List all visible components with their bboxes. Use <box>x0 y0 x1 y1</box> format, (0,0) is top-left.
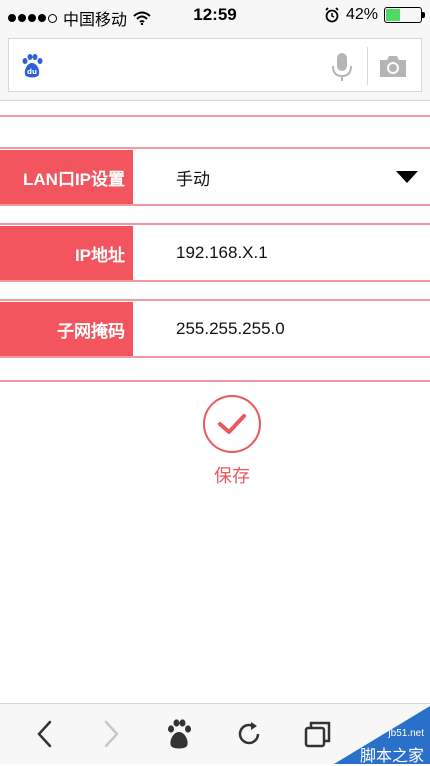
divider-line <box>0 147 430 149</box>
refresh-icon[interactable] <box>234 718 264 750</box>
camera-icon[interactable] <box>377 53 409 79</box>
dropdown-arrow-icon[interactable] <box>396 171 418 183</box>
status-right: 42% <box>324 6 425 24</box>
save-label[interactable]: 保存 <box>0 462 430 488</box>
battery-icon <box>384 7 425 23</box>
baidu-logo-icon: du <box>22 54 43 78</box>
battery-fill <box>386 9 401 21</box>
divider-line <box>0 299 430 301</box>
tabs-icon[interactable] <box>302 718 332 750</box>
divider-line <box>0 380 430 382</box>
baidu-paw-icon[interactable] <box>164 718 194 750</box>
subnet-mask-row: 子网掩码 255.255.255.0 <box>0 302 430 356</box>
subnet-mask-label: 子网掩码 <box>0 302 133 356</box>
forward-icon[interactable] <box>96 718 126 750</box>
alarm-icon <box>325 7 339 23</box>
divider-line <box>0 280 430 282</box>
save-button[interactable] <box>203 395 261 453</box>
battery-percent: 42% <box>345 6 378 23</box>
divider-line <box>0 115 430 117</box>
watermark-url: jb51.net <box>388 728 424 739</box>
divider-line <box>0 204 430 206</box>
ip-address-field[interactable]: 192.168.X.1 <box>176 226 268 280</box>
back-icon[interactable] <box>30 718 60 750</box>
lan-ip-mode-select[interactable]: 手动 <box>176 150 210 204</box>
lan-ip-setting-label: LAN口IP设置 <box>0 150 133 204</box>
ip-address-label: IP地址 <box>0 226 133 280</box>
lan-ip-setting-row[interactable]: LAN口IP设置 手动 <box>0 150 430 204</box>
checkmark-icon <box>218 414 246 434</box>
bottom-toolbar: jb51.net 脚本之家 <box>0 703 430 764</box>
subnet-mask-field[interactable]: 255.255.255.0 <box>176 302 285 356</box>
search-input[interactable]: du <box>8 38 422 92</box>
ip-address-row: IP地址 192.168.X.1 <box>0 226 430 280</box>
divider-line <box>0 356 430 358</box>
watermark: jb51.net 脚本之家 <box>334 706 430 764</box>
search-bar-area: du <box>0 30 430 101</box>
status-bar: 中国移动 12:59 42% <box>0 0 430 30</box>
search-divider <box>367 47 368 85</box>
microphone-icon[interactable] <box>329 51 355 83</box>
divider-line <box>0 223 430 225</box>
svg-text:du: du <box>27 68 37 76</box>
watermark-name: 脚本之家 <box>359 746 424 765</box>
